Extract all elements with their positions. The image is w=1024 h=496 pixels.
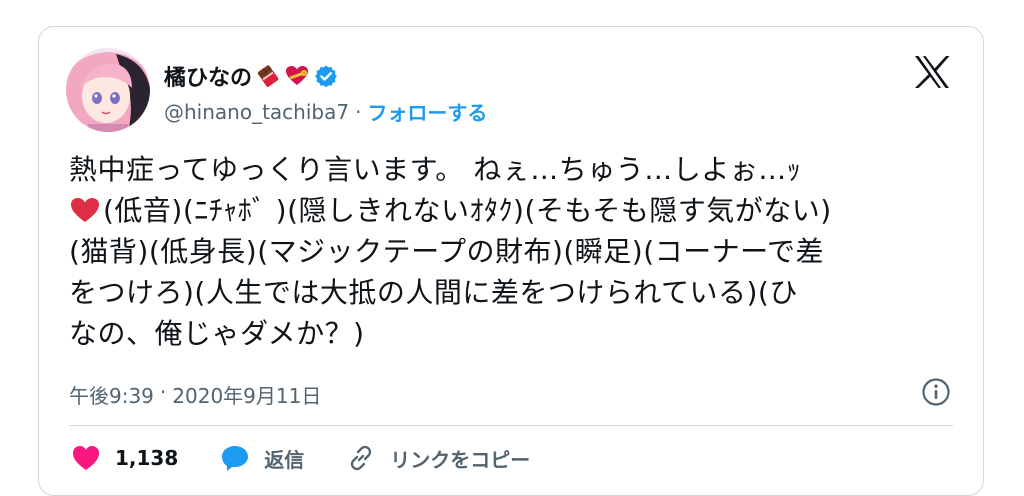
separator-dot: ·: [355, 99, 362, 124]
tweet-text-line: なの、俺じゃダメか？): [69, 317, 365, 350]
speech-bubble-icon: [222, 446, 249, 471]
copy-link-button[interactable]: リンクをコピー: [346, 443, 530, 473]
tweet-text-line: (低音)(ﾆﾁｬﾎﾞ )(隠しきれないｵﾀｸ)(そもそも隠す気がない): [103, 194, 832, 227]
copy-link-label: リンクをコピー: [390, 447, 531, 472]
red-heart-emoji-icon: [69, 194, 101, 222]
like-count: 1,138: [115, 446, 179, 470]
heart-with-ribbon-icon: [284, 64, 309, 88]
tweet-card: 橘ひなの @hinano_tachiba7 · フォローする 熱中症ってゆっくり…: [38, 26, 984, 496]
tweet-text-line: 熱中症ってゆっくり言います。 ねぇ…ちゅう…しよぉ…ｯ: [69, 153, 802, 186]
reply-button[interactable]: 返信: [220, 443, 304, 473]
link-icon: [351, 445, 372, 471]
avatar[interactable]: [66, 48, 150, 132]
tweet-date: 2020年9月11日: [172, 384, 322, 408]
tweet-time: 午後9:39: [69, 384, 154, 408]
tweet-text-line-with-heart: (低音)(ﾆﾁｬﾎﾞ )(隠しきれないｵﾀｸ)(そもそも隠す気がない): [69, 190, 959, 231]
user-handle[interactable]: @hinano_tachiba7: [164, 100, 349, 124]
info-icon[interactable]: [921, 377, 951, 407]
timestamp-row[interactable]: 午後9:39 · 2020年9月11日: [69, 380, 321, 409]
verified-badge-icon: [314, 64, 338, 88]
tweet-text-line: をつけろ)(人生では大抵の人間に差をつけられている)(ひ: [69, 276, 798, 309]
display-name[interactable]: 橘ひなの: [164, 60, 252, 92]
divider: [69, 425, 953, 426]
heart-icon: [73, 446, 99, 470]
action-bar: 1,138 返信 リンクをコピー: [71, 443, 572, 473]
x-logo-icon[interactable]: [913, 55, 951, 89]
author-name-row: 橘ひなの: [164, 61, 338, 91]
separator-dot: ·: [159, 380, 167, 404]
like-button[interactable]: 1,138: [71, 443, 178, 473]
follow-button[interactable]: フォローする: [367, 97, 487, 126]
handle-row: @hinano_tachiba7 · フォローする: [164, 97, 487, 126]
chocolate-icon: [256, 64, 280, 88]
tweet-text: 熱中症ってゆっくり言います。 ねぇ…ちゅう…しよぉ…ｯ (低音)(ﾆﾁｬﾎﾞ )…: [69, 149, 959, 354]
tweet-text-line: (猫背)(低身長)(マジックテープの財布)(瞬足)(コーナーで差: [69, 235, 824, 268]
reply-label: 返信: [264, 447, 305, 472]
